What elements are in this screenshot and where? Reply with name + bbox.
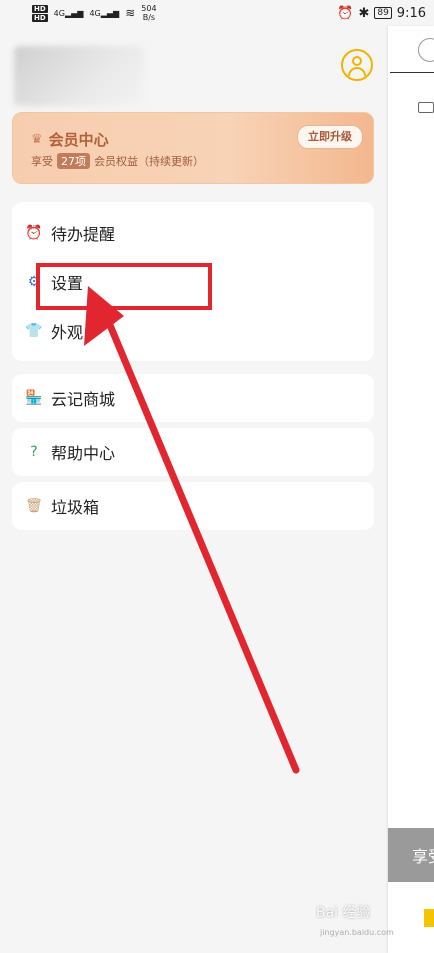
annotation-arrow <box>84 286 300 774</box>
watermark-url: jingyan.baidu.com <box>320 928 394 937</box>
arrow-shaft <box>98 302 300 774</box>
watermark-brand: Bai 经验 <box>316 905 371 921</box>
